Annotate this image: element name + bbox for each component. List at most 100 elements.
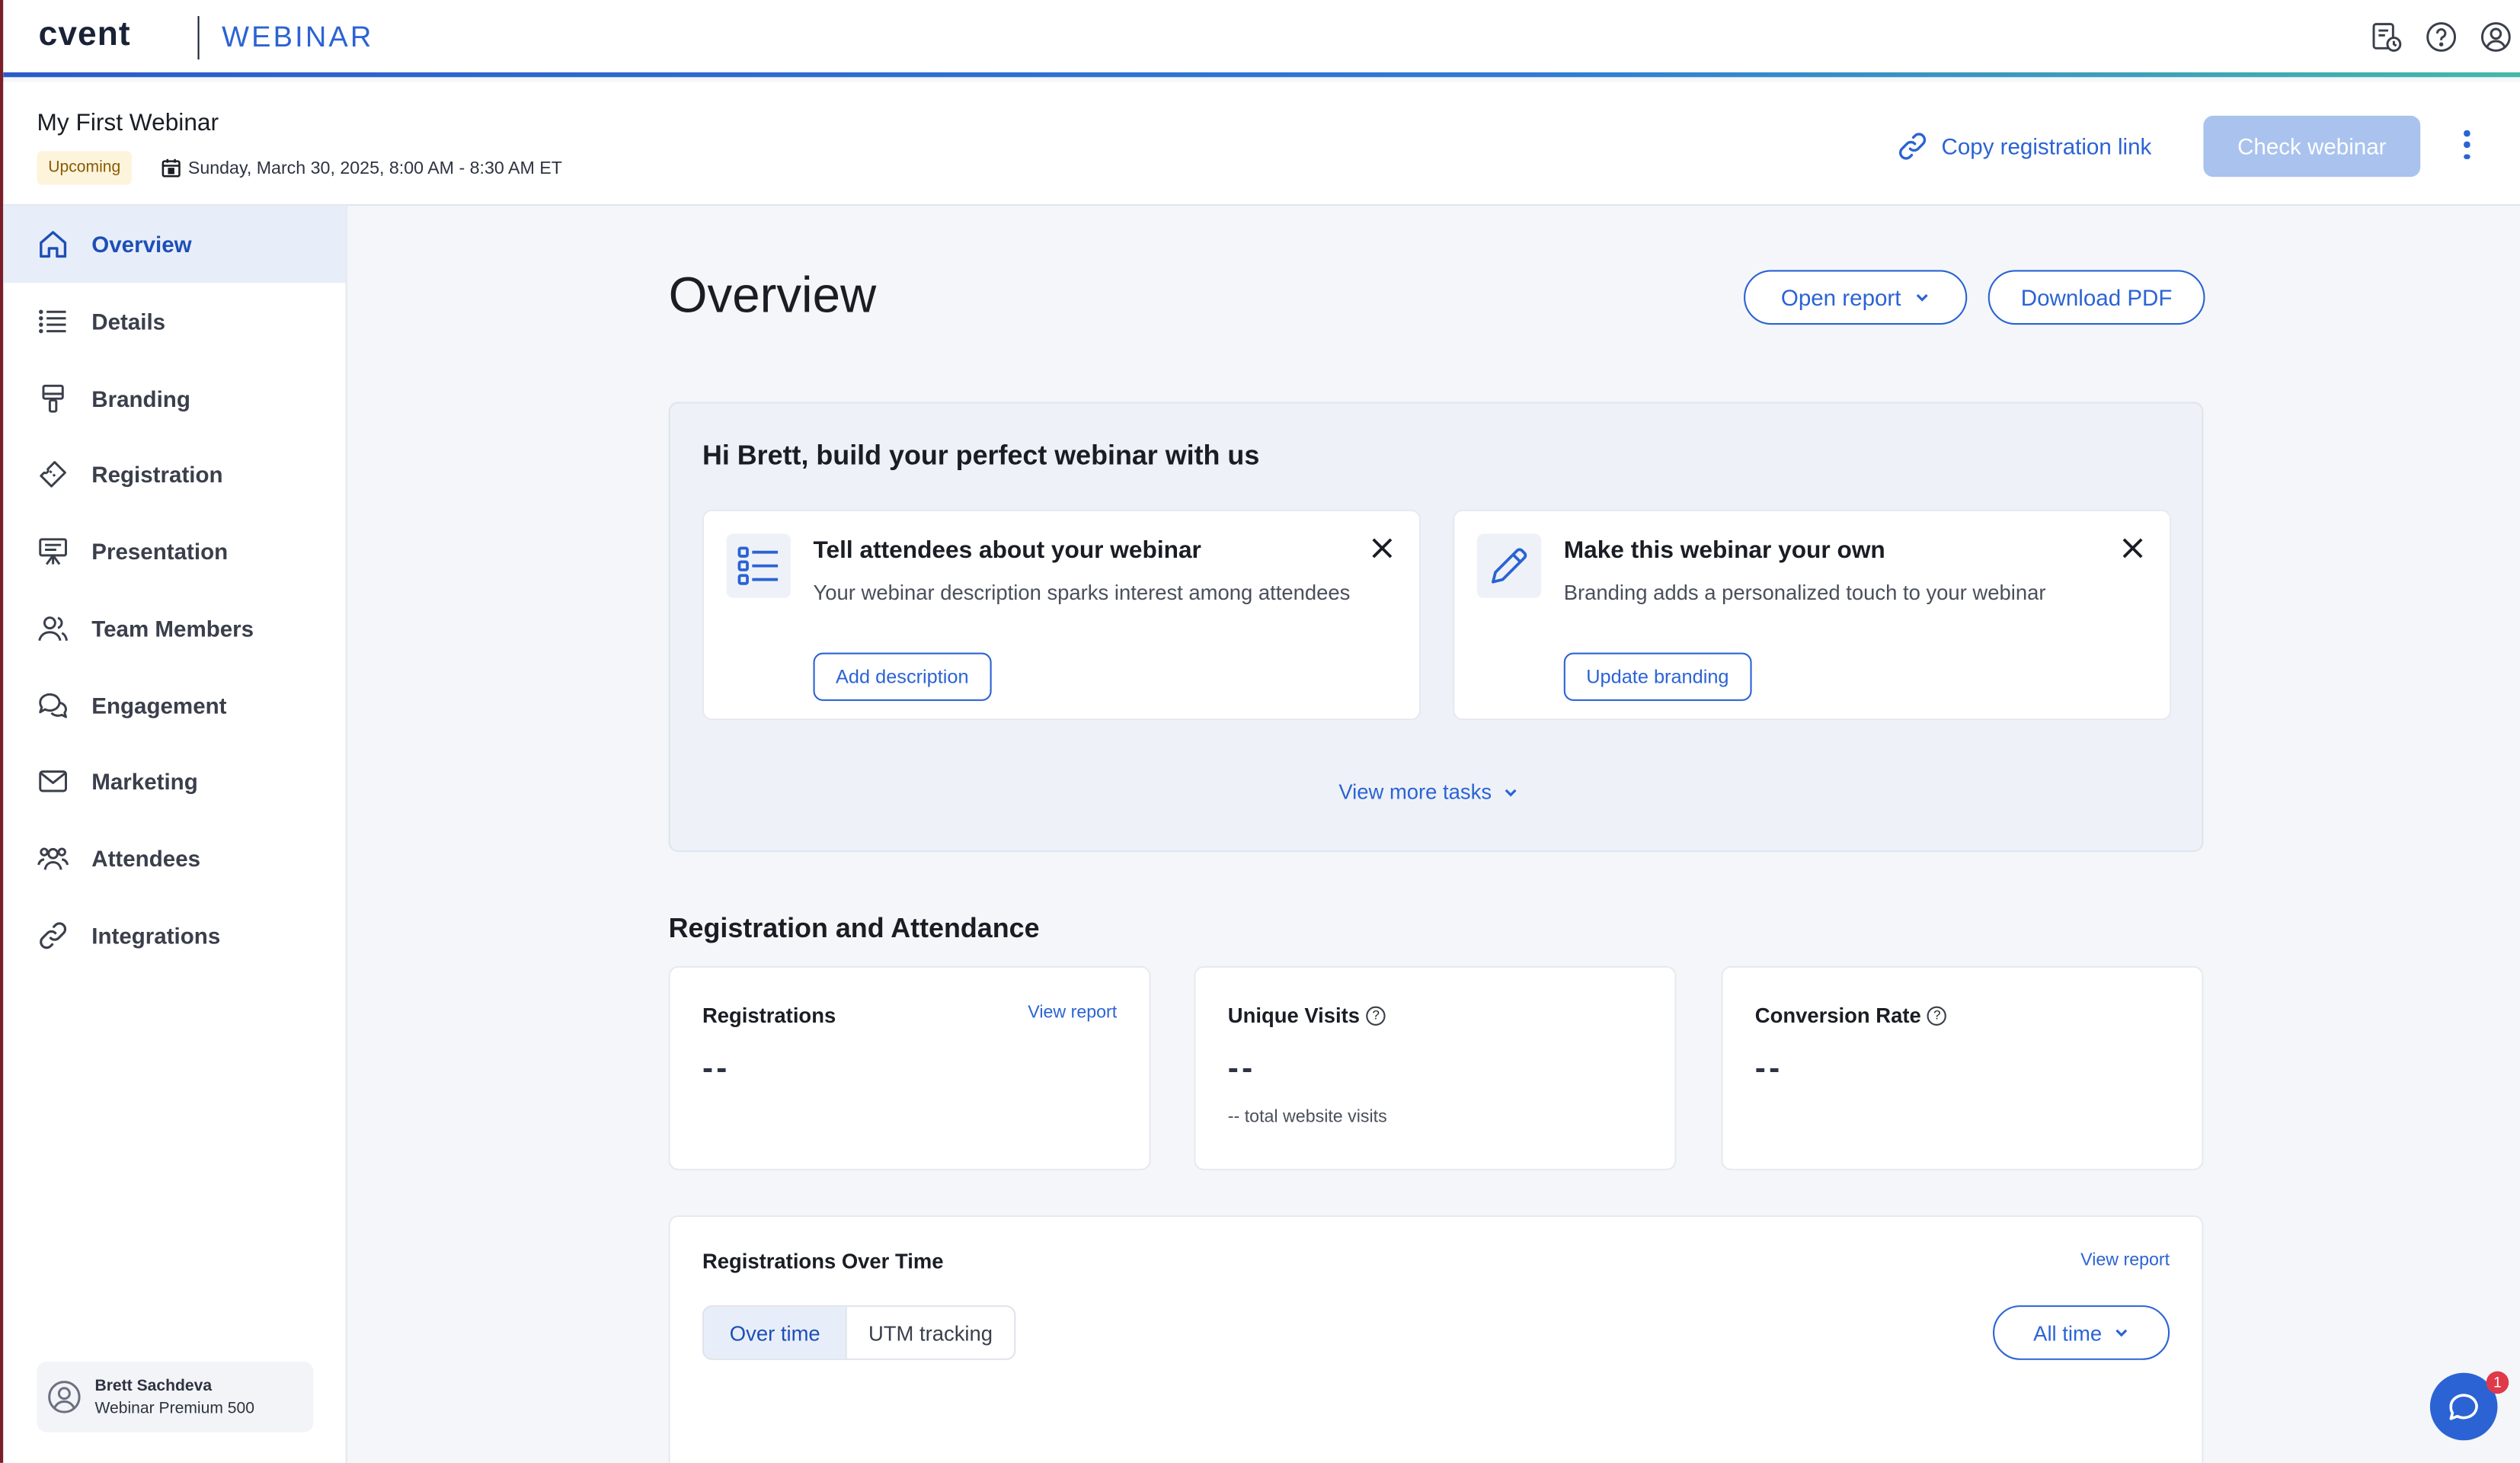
sidebar-item-label: Overview [91, 231, 192, 258]
sidebar-item-label: Attendees [91, 845, 201, 872]
stat-value: -- [1227, 1051, 1256, 1087]
view-report-link[interactable]: View report [2080, 1250, 2170, 1269]
time-range-dropdown[interactable]: All time [1993, 1305, 2170, 1360]
onboarding-heading: Hi Brett, build your perfect webinar wit… [702, 440, 1260, 472]
sidebar-item-integrations[interactable]: Integrations [3, 897, 345, 974]
sidebar-item-team-members[interactable]: Team Members [3, 590, 345, 667]
tab-utm-tracking[interactable]: UTM tracking [847, 1307, 1014, 1359]
event-header: My First Webinar Upcoming Sunday, March … [3, 82, 2520, 206]
task-card-branding: Make this webinar your own Branding adds… [1453, 509, 2172, 721]
sidebar-item-details[interactable]: Details [3, 283, 345, 360]
notification-badge: 1 [2486, 1371, 2509, 1394]
ticket-icon [37, 458, 69, 490]
stat-label: Unique Visits [1227, 1003, 1361, 1028]
copy-registration-link[interactable]: Copy registration link [1896, 130, 2151, 162]
page-title: Overview [668, 267, 877, 324]
close-icon[interactable] [2122, 537, 2144, 560]
stat-value: -- [1754, 1051, 1783, 1087]
add-description-button[interactable]: Add description [813, 652, 992, 701]
calendar-icon [161, 158, 181, 178]
sidebar-item-label: Team Members [91, 616, 254, 642]
sidebar-item-label: Engagement [91, 693, 227, 719]
group-icon [37, 842, 69, 874]
update-branding-button[interactable]: Update branding [1563, 652, 1752, 701]
time-range-label: All time [2033, 1321, 2103, 1345]
list-icon [726, 533, 791, 598]
avatar-icon [48, 1381, 81, 1413]
copy-link-label: Copy registration link [1941, 133, 2152, 159]
sidebar-item-branding[interactable]: Branding [3, 360, 345, 437]
mail-icon [37, 765, 69, 797]
section-title-registration-attendance: Registration and Attendance [668, 913, 1040, 944]
view-report-link[interactable]: View report [1028, 1003, 1117, 1022]
check-webinar-button[interactable]: Check webinar [2203, 115, 2421, 178]
sidebar-item-engagement[interactable]: Engagement [3, 667, 345, 744]
event-date-text: Sunday, March 30, 2025, 8:00 AM - 8:30 A… [187, 158, 562, 178]
stat-label: Conversion Rate [1754, 1003, 1921, 1028]
task-description: Branding adds a personalized touch to yo… [1563, 580, 2046, 605]
product-name: WEBINAR [222, 21, 374, 53]
sidebar: Overview Details Branding Registration P… [3, 206, 347, 1463]
stat-label: Registrations [702, 1003, 836, 1028]
sidebar-item-label: Presentation [91, 538, 229, 565]
onboarding-panel: Hi Brett, build your perfect webinar wit… [668, 402, 2204, 853]
view-more-label: View more tasks [1338, 780, 1492, 804]
app-root: cvent WEBINAR My First Webinar Upcoming [0, 0, 2520, 1463]
stat-card-unique-visits: Unique Visits ? -- -- total website visi… [1194, 965, 1677, 1170]
user-card[interactable]: Brett Sachdeva Webinar Premium 500 [37, 1361, 314, 1433]
view-more-tasks[interactable]: View more tasks [1338, 780, 1519, 804]
calendar-clock-icon[interactable] [2369, 19, 2404, 54]
stat-label-row: Unique Visits ? [1228, 1003, 1386, 1027]
event-title: My First Webinar [37, 109, 219, 137]
stat-card-conversion-rate: Conversion Rate ? -- [1721, 965, 2204, 1170]
more-options-icon[interactable] [2452, 127, 2481, 162]
chevron-down-icon [1916, 294, 1928, 302]
cvent-logo[interactable]: cvent [39, 16, 131, 55]
task-description: Your webinar description sparks interest… [813, 580, 1351, 605]
sidebar-item-registration[interactable]: Registration [3, 436, 345, 513]
list-icon [37, 306, 69, 338]
people-icon [37, 613, 69, 645]
header-accent-line [3, 72, 2520, 78]
info-icon[interactable]: ? [1927, 1005, 1947, 1025]
open-report-label: Open report [1780, 284, 1901, 311]
stat-value: -- [702, 1051, 731, 1087]
task-card-description: Tell attendees about your webinar Your w… [702, 509, 1421, 721]
sidebar-item-label: Registration [91, 461, 223, 488]
presentation-icon [37, 536, 69, 568]
pencil-icon [1476, 533, 1542, 598]
tab-over-time[interactable]: Over time [704, 1307, 848, 1359]
registrations-over-time-card: Registrations Over Time View report Over… [668, 1215, 2204, 1463]
chat-bubbles-icon [37, 690, 69, 722]
sidebar-item-attendees[interactable]: Attendees [3, 820, 345, 897]
user-info: Brett Sachdeva Webinar Premium 500 [94, 1377, 254, 1417]
sidebar-item-label: Marketing [91, 768, 198, 795]
stat-subtext: -- total website visits [1227, 1107, 1387, 1127]
link-icon [1898, 133, 1927, 160]
view-toggle: Over time UTM tracking [702, 1305, 1015, 1360]
stat-card-registrations: Registrations View report -- [668, 965, 1151, 1170]
home-icon [37, 229, 69, 261]
task-title: Tell attendees about your webinar [813, 536, 1201, 565]
card-title: Registrations Over Time [702, 1249, 944, 1273]
sidebar-item-label: Branding [91, 386, 190, 412]
close-icon[interactable] [1371, 537, 1394, 560]
chevron-down-icon [1505, 788, 1517, 796]
status-badge: Upcoming [37, 151, 133, 185]
sidebar-item-overview[interactable]: Overview [3, 206, 346, 283]
sidebar-item-presentation[interactable]: Presentation [3, 513, 345, 590]
info-icon[interactable]: ? [1366, 1005, 1386, 1025]
event-date: Sunday, March 30, 2025, 8:00 AM - 8:30 A… [161, 158, 562, 178]
open-report-button[interactable]: Open report [1744, 270, 1968, 325]
download-pdf-button[interactable]: Download PDF [1988, 270, 2205, 325]
account-icon[interactable] [2478, 19, 2513, 54]
help-icon[interactable] [2423, 19, 2458, 54]
sidebar-item-marketing[interactable]: Marketing [3, 743, 345, 820]
sidebar-item-label: Integrations [91, 922, 221, 949]
stat-label-row: Conversion Rate ? [1755, 1003, 1947, 1027]
chat-icon [2449, 1394, 2478, 1420]
task-title: Make this webinar your own [1563, 536, 1885, 565]
sidebar-item-label: Details [91, 309, 166, 335]
logo-divider [197, 16, 200, 60]
user-name: Brett Sachdeva [94, 1376, 213, 1395]
